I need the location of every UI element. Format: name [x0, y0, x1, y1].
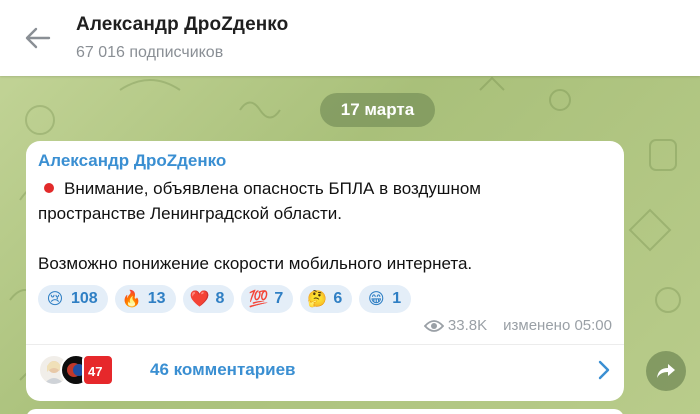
date-separator: 17 марта: [320, 93, 435, 127]
reaction-fire[interactable]: 🔥 13: [114, 285, 176, 313]
heart-icon: ❤️: [189, 291, 210, 308]
reaction-heart[interactable]: ❤️ 8: [182, 285, 235, 313]
reaction-count: 8: [215, 290, 225, 307]
reaction-count: 108: [71, 290, 98, 307]
message-line-3: Возможно понижение скорости мобильного и…: [38, 254, 473, 273]
reaction-hundred[interactable]: 💯 7: [241, 285, 294, 313]
reaction-count: 13: [147, 290, 166, 307]
comments-button[interactable]: 47 46 комментариев: [26, 345, 624, 395]
crying-face-icon: 😢: [46, 291, 64, 308]
comments-count: 46 комментариев: [150, 360, 296, 379]
eye-icon: [423, 319, 444, 332]
hundred-points-icon: 💯: [248, 291, 269, 308]
reaction-count: 6: [333, 290, 343, 307]
reaction-count: 7: [274, 290, 284, 307]
view-count: 33.8K: [447, 317, 488, 334]
red-circle-icon: [44, 183, 54, 193]
channel-title: Александр ДроZденко: [76, 14, 289, 35]
svg-text:47: 47: [88, 364, 102, 379]
edited-time: изменено 05:00: [503, 317, 612, 334]
fire-icon: 🔥: [121, 291, 142, 308]
message-line-1: Внимание, объявлена опасность БПЛА в воз…: [38, 179, 481, 199]
reaction-grin[interactable]: 😁 1: [359, 285, 412, 313]
chat-header: Александр ДроZденко 67 016 подписчиков: [0, 0, 700, 76]
chevron-right-icon: [598, 360, 610, 380]
grinning-face-icon: 😁: [367, 291, 385, 308]
message-author[interactable]: Александр ДроZденко: [38, 151, 226, 171]
message-meta: 33.8K изменено 05:00: [423, 317, 612, 334]
reactions-bar: 😢 108 🔥 13 ❤️ 8 💯 7 🤔 6 😁 1: [38, 285, 412, 313]
share-button[interactable]: [646, 351, 686, 391]
share-arrow-icon: [657, 364, 675, 378]
thinking-face-icon: 🤔: [307, 291, 328, 308]
next-message-bubble[interactable]: [26, 409, 624, 414]
reaction-thinking[interactable]: 🤔 6: [300, 285, 353, 313]
message-bubble[interactable]: Александр ДроZденко Внимание, объявлена …: [26, 141, 624, 401]
avatar: 47: [82, 354, 114, 386]
subscriber-count: 67 016 подписчиков: [76, 44, 224, 61]
message-text-1: Внимание, объявлена опасность БПЛА в воз…: [64, 179, 481, 198]
back-button[interactable]: [10, 0, 66, 76]
reaction-count: 1: [392, 290, 402, 307]
channel-info[interactable]: Александр ДроZденко 67 016 подписчиков: [76, 14, 288, 62]
back-arrow-icon: [25, 27, 51, 49]
commenter-avatars: 47: [38, 352, 134, 388]
reaction-crying[interactable]: 😢 108: [38, 285, 108, 313]
message-line-2: пространстве Ленинградской области.: [38, 204, 343, 223]
